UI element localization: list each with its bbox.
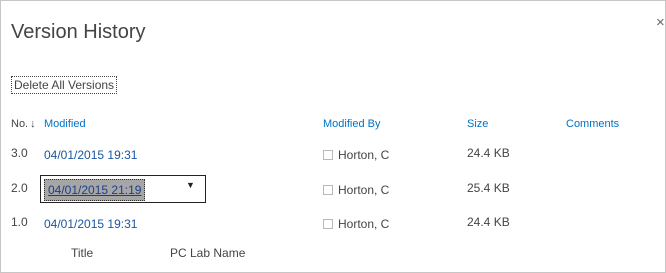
version-row-2-0: 2.0 04/01/2015 21:19 ▼ Horton, C 25.4 KB [1,175,666,205]
chevron-down-icon[interactable]: ▼ [186,180,195,190]
version-size: 24.4 KB [467,146,510,160]
version-row-3-0: 3.0 04/01/2015 19:31 Horton, C 24.4 KB [1,146,666,170]
presence-checkbox-icon [323,185,333,195]
version-history-dialog: Version History × Delete All Versions No… [0,0,666,273]
version-modified-link-selected[interactable]: 04/01/2015 21:19 [44,179,146,201]
column-header-no-label: No. [11,118,29,130]
delete-all-versions-button[interactable]: Delete All Versions [11,76,118,94]
column-header-size[interactable]: Size [467,118,488,130]
dialog-title: Version History [11,21,146,43]
close-icon[interactable]: × [656,14,665,31]
version-modified-link[interactable]: 04/01/2015 19:31 [44,148,137,162]
version-size: 24.4 KB [467,215,510,229]
version-size: 25.4 KB [467,181,510,195]
modified-by-name: Horton, C [338,217,390,231]
detail-field-value: PC Lab Name [170,246,246,260]
presence-checkbox-icon [323,150,333,160]
version-number: 3.0 [11,146,28,160]
modified-by-name: Horton, C [338,183,390,197]
presence-checkbox-icon [323,219,333,229]
column-header-comments[interactable]: Comments [566,118,619,130]
version-modified-link[interactable]: 04/01/2015 19:31 [44,217,137,231]
modified-by-name: Horton, C [338,148,390,162]
sort-descending-icon: ↓ [30,118,36,130]
column-header-modified-by[interactable]: Modified By [323,118,380,130]
version-modified-by: Horton, C [323,148,389,162]
version-modified-by: Horton, C [323,183,389,197]
version-modified-by: Horton, C [323,217,389,231]
detail-field-label: Title [71,246,94,260]
version-selected-container: 04/01/2015 21:19 ▼ [40,175,206,203]
version-row-1-0: 1.0 04/01/2015 19:31 Horton, C 24.4 KB [1,215,666,239]
version-number: 2.0 [11,181,28,195]
version-number: 1.0 [11,215,28,229]
column-header-modified[interactable]: Modified [44,118,86,130]
column-header-no[interactable]: No. ↓ [11,118,36,130]
